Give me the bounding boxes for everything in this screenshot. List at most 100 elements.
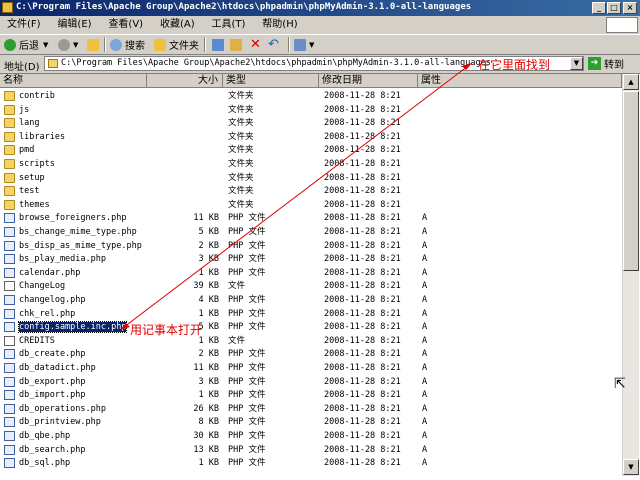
menu-favorites[interactable]: 收藏(A) <box>153 16 202 32</box>
file-row[interactable]: setup 文件夹 2008-11-28 8:21 <box>0 171 622 185</box>
folders-button[interactable]: 文件夹 <box>154 37 199 52</box>
file-row[interactable]: contrib 文件夹 2008-11-28 8:21 <box>0 89 622 103</box>
file-row[interactable]: db_sql.php 1 KB PHP 文件 2008-11-28 8:21 A <box>0 456 622 470</box>
column-type[interactable]: 类型 <box>223 74 319 88</box>
delete-button[interactable]: ✕ <box>250 37 261 52</box>
php-file-icon <box>4 213 15 224</box>
scroll-down-button[interactable]: ▼ <box>623 459 639 475</box>
file-type: PHP 文件 <box>228 390 266 401</box>
file-row[interactable]: db_printview.php 8 KB PHP 文件 2008-11-28 8:2… <box>0 415 622 429</box>
file-row[interactable]: themes 文件夹 2008-11-28 8:21 <box>0 198 622 212</box>
php-file-icon <box>4 295 15 305</box>
file-type: PHP 文件 <box>228 458 266 469</box>
menu-help[interactable]: 帮助(H) <box>255 16 304 32</box>
file-row[interactable]: db_search.php 13 KB PHP 文件 2008-11-28 8:21 A <box>0 443 622 457</box>
scroll-up-button[interactable]: ▲ <box>623 74 639 90</box>
up-folder-button[interactable] <box>87 37 102 52</box>
file-row[interactable]: scripts 文件夹 2008-11-28 8:21 <box>0 157 622 171</box>
file-row[interactable]: db_datadict.php 11 KB PHP 文件 2008-11-28 8:2… <box>0 361 622 375</box>
file-type: PHP 文件 <box>228 308 266 319</box>
file-attributes: A <box>422 376 428 387</box>
views-icon <box>294 38 306 51</box>
file-size: 13 KB <box>193 444 219 455</box>
file-date: 2008-11-28 8:21 <box>324 118 401 129</box>
file-name: bs_change_mime_type.php <box>19 227 137 237</box>
maximize-button[interactable]: □ <box>607 2 621 14</box>
php-file-icon <box>4 431 15 441</box>
file-row[interactable]: bs_play_media.php 3 KB PHP 文件 2008-11-28 8:… <box>0 252 622 266</box>
file-name: pmd <box>19 145 35 156</box>
undo-button[interactable]: ↶ <box>268 37 279 52</box>
menu-file[interactable]: 文件(F) <box>0 16 48 32</box>
file-name: db_datadict.php <box>19 363 96 373</box>
address-dropdown-button[interactable]: ▼ <box>570 57 583 70</box>
minimize-button[interactable]: _ <box>592 2 606 14</box>
file-row[interactable]: db_import.php 1 KB PHP 文件 2008-11-28 8:21 A <box>0 388 622 402</box>
menu-tools[interactable]: 工具(T) <box>205 16 253 32</box>
copy-to-button[interactable] <box>230 37 245 52</box>
close-button[interactable]: × <box>623 2 637 14</box>
forward-button[interactable]: ▼ <box>58 37 78 52</box>
php-file-icon <box>4 390 15 401</box>
file-row[interactable]: js 文件夹 2008-11-28 8:21 <box>0 103 622 117</box>
file-size: 4 KB <box>198 295 219 305</box>
vertical-scrollbar[interactable]: ▲ ▼ <box>622 74 639 476</box>
file-row[interactable]: db_operations.php 26 KB PHP 文件 2008-11-28 8… <box>0 402 622 416</box>
file-attributes: A <box>422 213 428 224</box>
file-name: db_printview.php <box>19 417 101 428</box>
views-button[interactable]: ▼ <box>294 37 314 52</box>
file-row[interactable]: bs_change_mime_type.php 5 KB PHP 文件 2008-11… <box>0 225 622 239</box>
file-attributes: A <box>422 322 428 333</box>
file-row[interactable]: changelog.php 4 KB PHP 文件 2008-11-28 8:21 A <box>0 293 622 307</box>
file-date: 2008-11-28 8:21 <box>324 444 401 455</box>
file-name: db_import.php <box>19 390 86 401</box>
file-row[interactable]: CREDITS 1 KB 文件 2008-11-28 8:21 A <box>0 334 622 348</box>
file-row[interactable]: ChangeLog 39 KB 文件 2008-11-28 8:21 A <box>0 279 622 293</box>
file-type: PHP 文件 <box>228 227 266 237</box>
search-button[interactable]: 搜索 <box>110 37 145 52</box>
file-row[interactable]: libraries 文件夹 2008-11-28 8:21 <box>0 130 622 144</box>
go-button[interactable]: ➔ 转到 <box>588 56 636 71</box>
file-row[interactable]: db_create.php 2 KB PHP 文件 2008-11-28 8:21 A <box>0 347 622 361</box>
file-type: 文件夹 <box>228 186 254 197</box>
column-attributes[interactable]: 属性 <box>418 74 622 88</box>
file-row[interactable]: pmd 文件夹 2008-11-28 8:21 <box>0 143 622 157</box>
folders-icon <box>154 38 166 51</box>
menu-edit[interactable]: 编辑(E) <box>50 16 98 32</box>
file-row[interactable]: bs_disp_as_mime_type.php 2 KB PHP 文件 2008-1… <box>0 239 622 253</box>
file-row[interactable]: db_qbe.php 30 KB PHP 文件 2008-11-28 8:21 A <box>0 429 622 443</box>
column-modified[interactable]: 修改日期 <box>319 74 418 88</box>
move-to-icon <box>212 38 224 51</box>
column-size[interactable]: 大小 <box>147 74 223 88</box>
column-name[interactable]: 名称 <box>0 74 147 88</box>
file-type: PHP 文件 <box>228 213 266 224</box>
file-row[interactable]: db_export.php 3 KB PHP 文件 2008-11-28 8:21 A <box>0 375 622 389</box>
php-file-icon <box>4 227 15 237</box>
file-name: libraries <box>19 131 66 142</box>
scroll-thumb[interactable] <box>623 91 639 271</box>
move-to-button[interactable] <box>212 37 227 52</box>
menu-view[interactable]: 查看(V) <box>101 16 150 32</box>
file-row[interactable]: config.sample.inc.php 5 KB PHP 文件 2008-11-2… <box>0 320 622 334</box>
file-name: bs_disp_as_mime_type.php <box>19 240 142 251</box>
file-type: PHP 文件 <box>228 267 266 278</box>
file-date: 2008-11-28 8:21 <box>324 199 401 210</box>
file-row[interactable]: chk_rel.php 1 KB PHP 文件 2008-11-28 8:21 A <box>0 307 622 321</box>
file-row[interactable]: lang 文件夹 2008-11-28 8:21 <box>0 116 622 130</box>
file-type: 文件夹 <box>228 159 254 169</box>
file-type: 文件夹 <box>228 131 254 142</box>
file-date: 2008-11-28 8:21 <box>324 104 401 115</box>
file-row[interactable]: browse_foreigners.php 11 KB PHP 文件 2008-11-… <box>0 211 622 225</box>
file-date: 2008-11-28 8:21 <box>324 349 401 360</box>
php-file-icon <box>4 254 15 265</box>
file-name: config.sample.inc.php <box>17 321 128 334</box>
file-type: PHP 文件 <box>228 376 266 387</box>
file-date: 2008-11-28 8:21 <box>324 240 401 251</box>
file-row[interactable]: calendar.php 1 KB PHP 文件 2008-11-28 8:21 A <box>0 266 622 280</box>
back-arrow-icon <box>4 38 16 51</box>
file-type: PHP 文件 <box>228 254 266 265</box>
file-row[interactable]: test 文件夹 2008-11-28 8:21 <box>0 184 622 198</box>
back-button[interactable]: 后退 ▼ <box>4 37 48 52</box>
window-titlebar[interactable]: C:\Program Files\Apache Group\Apache2\ht… <box>0 0 640 16</box>
file-name: themes <box>19 199 50 210</box>
